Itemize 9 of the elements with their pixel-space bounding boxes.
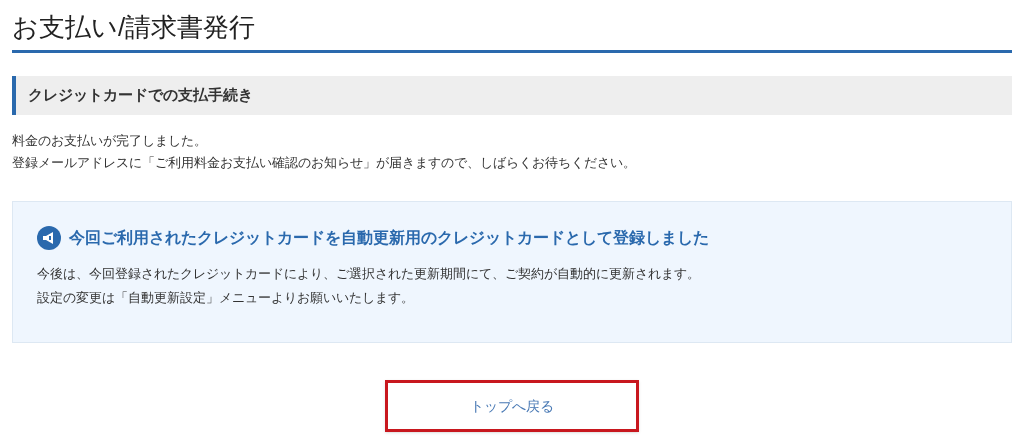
- megaphone-icon: [37, 226, 61, 250]
- message-text: 料金のお支払いが完了しました。: [12, 132, 208, 150]
- section-heading: クレジットカードでの支払手続き: [28, 85, 253, 106]
- notice-title: 今回ご利用されたクレジットカードを自動更新用のクレジットカードとして登録しました: [69, 228, 709, 248]
- notice-text: 今後は、今回登録されたクレジットカードにより、ご選択された更新期間にて、ご契約が自動的に更新されます。: [37, 265, 701, 283]
- notice-text: 設定の変更は「自動更新設定」メニューよりお願いいたします。: [37, 289, 415, 307]
- back-to-top-button[interactable]: トップへ戻る: [385, 380, 639, 432]
- message-text: 登録メールアドレスに「ご利用料金お支払い確認のお知らせ」が届きますので、しばらくお待ちください。: [12, 154, 637, 172]
- page-title: お支払い/請求書発行: [12, 0, 1012, 53]
